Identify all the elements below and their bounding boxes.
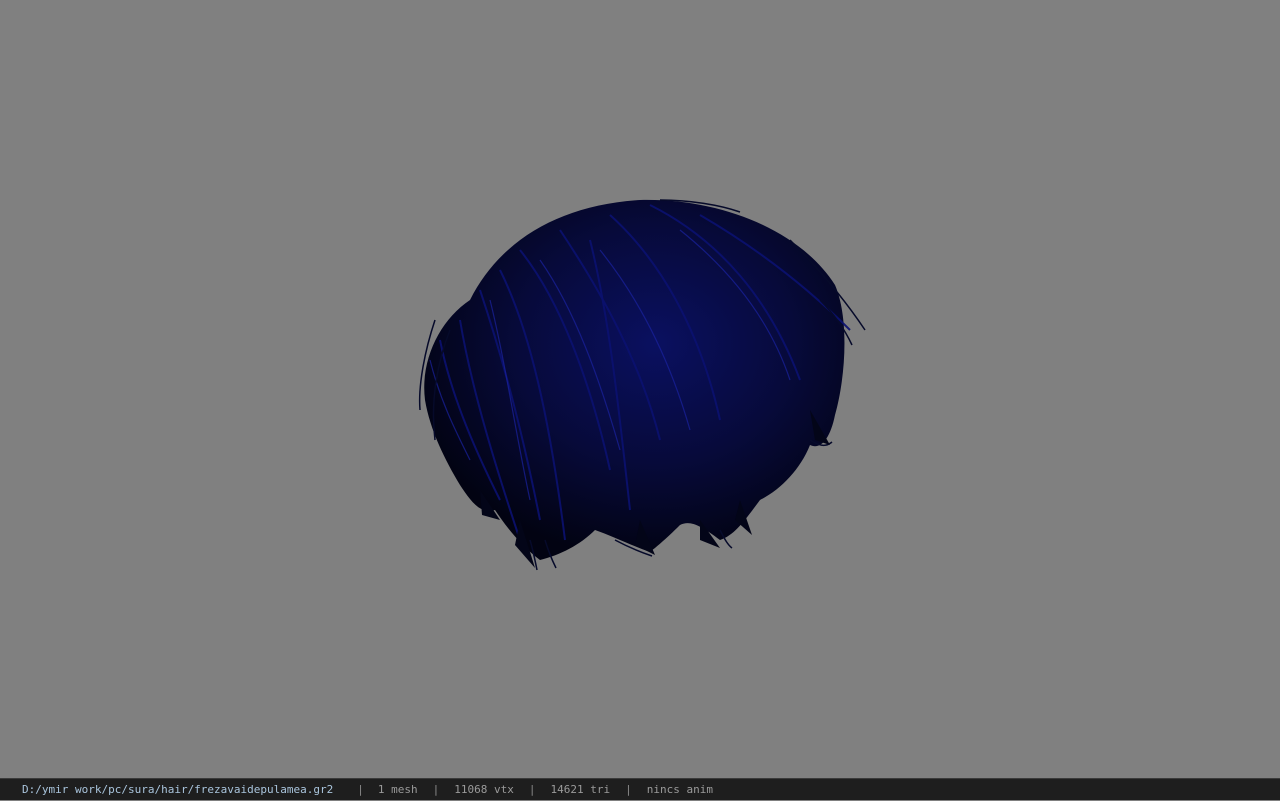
mesh-count: 1 mesh: [377, 783, 418, 796]
hair-model-render[interactable]: [0, 0, 1280, 778]
triangle-count: 14621 tri: [550, 783, 611, 796]
separator: |: [432, 783, 440, 796]
vertex-count: 11068 vtx: [454, 783, 514, 796]
file-path: D:/ymir work/pc/sura/hair/frezavaidepula…: [22, 783, 334, 796]
3d-viewport[interactable]: [0, 0, 1280, 778]
animation-status: nincs anim: [646, 783, 713, 796]
separator: |: [528, 783, 536, 796]
separator: |: [625, 783, 632, 796]
hair-mass: [418, 199, 866, 571]
status-bar: D:/ymir work/pc/sura/hair/frezavaidepula…: [0, 778, 1280, 800]
separator: |: [357, 783, 364, 796]
